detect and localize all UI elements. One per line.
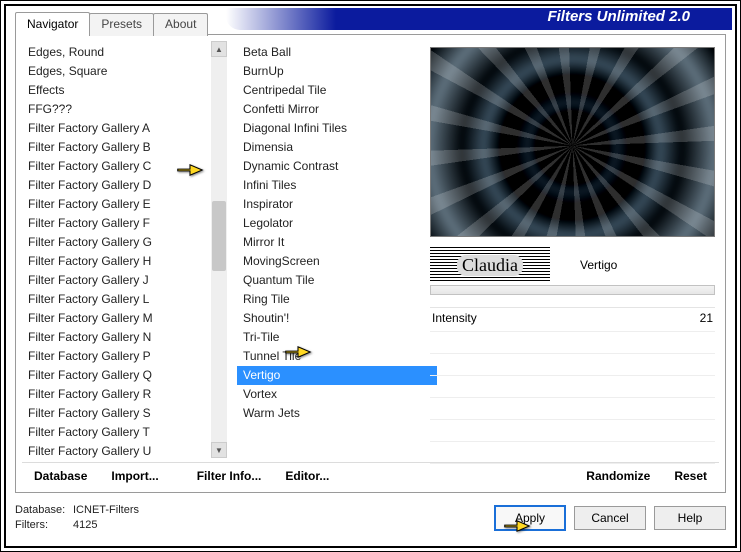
category-item[interactable]: Filter Factory Gallery J: [22, 271, 227, 290]
status-db-value: ICNET-Filters: [73, 504, 139, 516]
param-label: Intensity: [432, 311, 477, 325]
param-row-empty: [430, 442, 715, 464]
category-item[interactable]: Filter Factory Gallery R: [22, 385, 227, 404]
filter-item[interactable]: Warm Jets: [237, 404, 437, 423]
category-item[interactable]: Edges, Square: [22, 62, 227, 81]
category-item[interactable]: Filter Factory Gallery T: [22, 423, 227, 442]
category-item[interactable]: Filter Factory Gallery C: [22, 157, 227, 176]
tab-bar: Navigator Presets About: [15, 13, 207, 36]
param-row[interactable]: Intensity 21: [430, 308, 715, 332]
param-value: 21: [700, 311, 713, 325]
filter-item[interactable]: Centripedal Tile: [237, 81, 437, 100]
filter-item[interactable]: Dynamic Contrast: [237, 157, 437, 176]
scroll-thumb[interactable]: [212, 201, 226, 271]
tab-navigator[interactable]: Navigator: [15, 12, 90, 35]
import-button[interactable]: Import...: [99, 465, 170, 487]
footer: Database:ICNET-Filters Filters:4125 Appl…: [15, 496, 726, 540]
filter-item[interactable]: Vortex: [237, 385, 437, 404]
category-item[interactable]: Filter Factory Gallery D: [22, 176, 227, 195]
filter-item[interactable]: Ring Tile: [237, 290, 437, 309]
category-item[interactable]: Filter Factory Gallery B: [22, 138, 227, 157]
status-filters-value: 4125: [73, 519, 97, 531]
category-item[interactable]: Filter Factory Gallery P: [22, 347, 227, 366]
status-db-label: Database:: [15, 503, 73, 518]
filter-item[interactable]: Vertigo: [237, 366, 437, 385]
filter-item[interactable]: Tri-Tile: [237, 328, 437, 347]
filter-item[interactable]: Diagonal Infini Tiles: [237, 119, 437, 138]
scroll-up-icon[interactable]: ▲: [211, 41, 227, 57]
filter-info-button[interactable]: Filter Info...: [185, 465, 274, 487]
author-logo: Claudia: [430, 247, 550, 283]
filter-item[interactable]: Confetti Mirror: [237, 100, 437, 119]
category-item[interactable]: Filter Factory Gallery U: [22, 442, 227, 458]
filter-item[interactable]: Shoutin'!: [237, 309, 437, 328]
main-panel: Edges, RoundEdges, SquareEffectsFFG???Fi…: [15, 34, 726, 493]
preview-image: [430, 47, 715, 237]
parameter-panel: Intensity 21: [430, 307, 715, 458]
filter-item[interactable]: Beta Ball: [237, 43, 437, 62]
param-row-empty: [430, 376, 715, 398]
category-item[interactable]: Filter Factory Gallery E: [22, 195, 227, 214]
filter-item[interactable]: Inspirator: [237, 195, 437, 214]
filter-list[interactable]: Beta BallBurnUpCentripedal TileConfetti …: [237, 41, 437, 458]
randomize-button[interactable]: Randomize: [574, 465, 662, 487]
cancel-button[interactable]: Cancel: [574, 506, 646, 530]
filter-item[interactable]: Mirror It: [237, 233, 437, 252]
filter-item[interactable]: Infini Tiles: [237, 176, 437, 195]
apply-button[interactable]: Apply: [494, 505, 566, 531]
reset-button[interactable]: Reset: [662, 465, 719, 487]
category-item[interactable]: Filter Factory Gallery H: [22, 252, 227, 271]
category-item[interactable]: Edges, Round: [22, 43, 227, 62]
category-item[interactable]: Filter Factory Gallery Q: [22, 366, 227, 385]
help-button[interactable]: Help: [654, 506, 726, 530]
editor-button[interactable]: Editor...: [273, 465, 341, 487]
tab-presets[interactable]: Presets: [89, 13, 154, 36]
status-filters-label: Filters:: [15, 518, 73, 533]
filter-item[interactable]: MovingScreen: [237, 252, 437, 271]
category-item[interactable]: Filter Factory Gallery S: [22, 404, 227, 423]
toolbar: Database Import... Filter Info... Editor…: [22, 462, 719, 488]
current-filter-name: Vertigo: [550, 258, 715, 272]
status-text: Database:ICNET-Filters Filters:4125: [15, 503, 139, 533]
scroll-down-icon[interactable]: ▼: [211, 442, 227, 458]
filter-item[interactable]: Quantum Tile: [237, 271, 437, 290]
filter-item[interactable]: Legolator: [237, 214, 437, 233]
category-item[interactable]: Filter Factory Gallery N: [22, 328, 227, 347]
category-item[interactable]: Filter Factory Gallery A: [22, 119, 227, 138]
filter-item[interactable]: Tunnel Tile: [237, 347, 437, 366]
tab-about[interactable]: About: [153, 13, 208, 36]
param-row-empty: [430, 354, 715, 376]
param-row-empty: [430, 420, 715, 442]
category-item[interactable]: FFG???: [22, 100, 227, 119]
category-item[interactable]: Filter Factory Gallery L: [22, 290, 227, 309]
database-button[interactable]: Database: [22, 465, 99, 487]
param-row-empty: [430, 398, 715, 420]
param-row-empty: [430, 332, 715, 354]
category-item[interactable]: Filter Factory Gallery F: [22, 214, 227, 233]
category-item[interactable]: Filter Factory Gallery M: [22, 309, 227, 328]
filter-item[interactable]: BurnUp: [237, 62, 437, 81]
author-logo-text: Claudia: [457, 255, 523, 276]
filter-item[interactable]: Dimensia: [237, 138, 437, 157]
category-item[interactable]: Effects: [22, 81, 227, 100]
progress-bar: [430, 285, 715, 295]
category-item[interactable]: Filter Factory Gallery G: [22, 233, 227, 252]
window-title: Filters Unlimited 2.0: [497, 8, 715, 28]
category-scrollbar[interactable]: ▲ ▼: [211, 41, 227, 458]
category-list[interactable]: Edges, RoundEdges, SquareEffectsFFG???Fi…: [22, 41, 227, 458]
